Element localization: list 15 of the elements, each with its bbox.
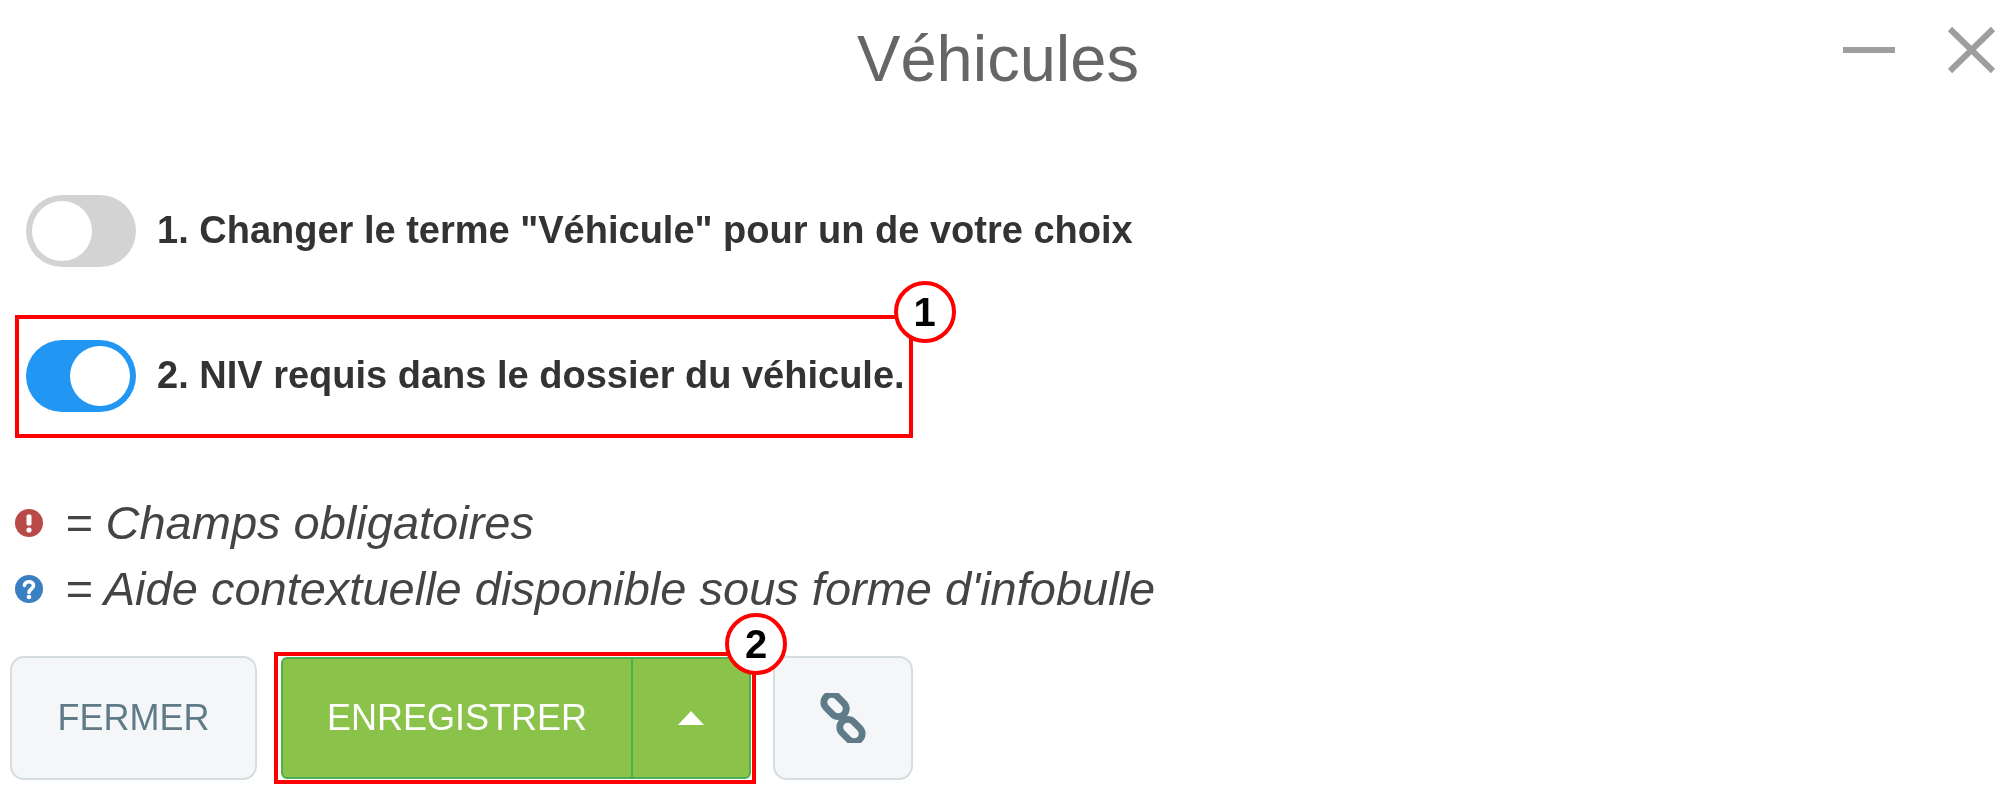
link-icon [818,693,868,743]
legend-text: = Champs obligatoires [65,494,534,551]
link-button[interactable] [773,656,913,780]
callout-number: 2 [725,613,787,675]
exclamation-icon [15,509,43,537]
close-button[interactable]: FERMER [10,656,257,780]
option-label: 2. NIV requis dans le dossier du véhicule. [157,353,905,399]
option-label: 1. Changer le terme "Véhicule" pour un de votre choix [157,208,1133,254]
close-icon[interactable] [1947,26,1996,74]
dropdown-button[interactable] [631,657,751,779]
save-button[interactable]: ENREGISTRER [281,657,633,779]
callout-number: 1 [893,281,956,343]
caret-up-icon [678,711,704,725]
help-icon [15,575,43,603]
window-title: Véhicules [857,21,1139,97]
